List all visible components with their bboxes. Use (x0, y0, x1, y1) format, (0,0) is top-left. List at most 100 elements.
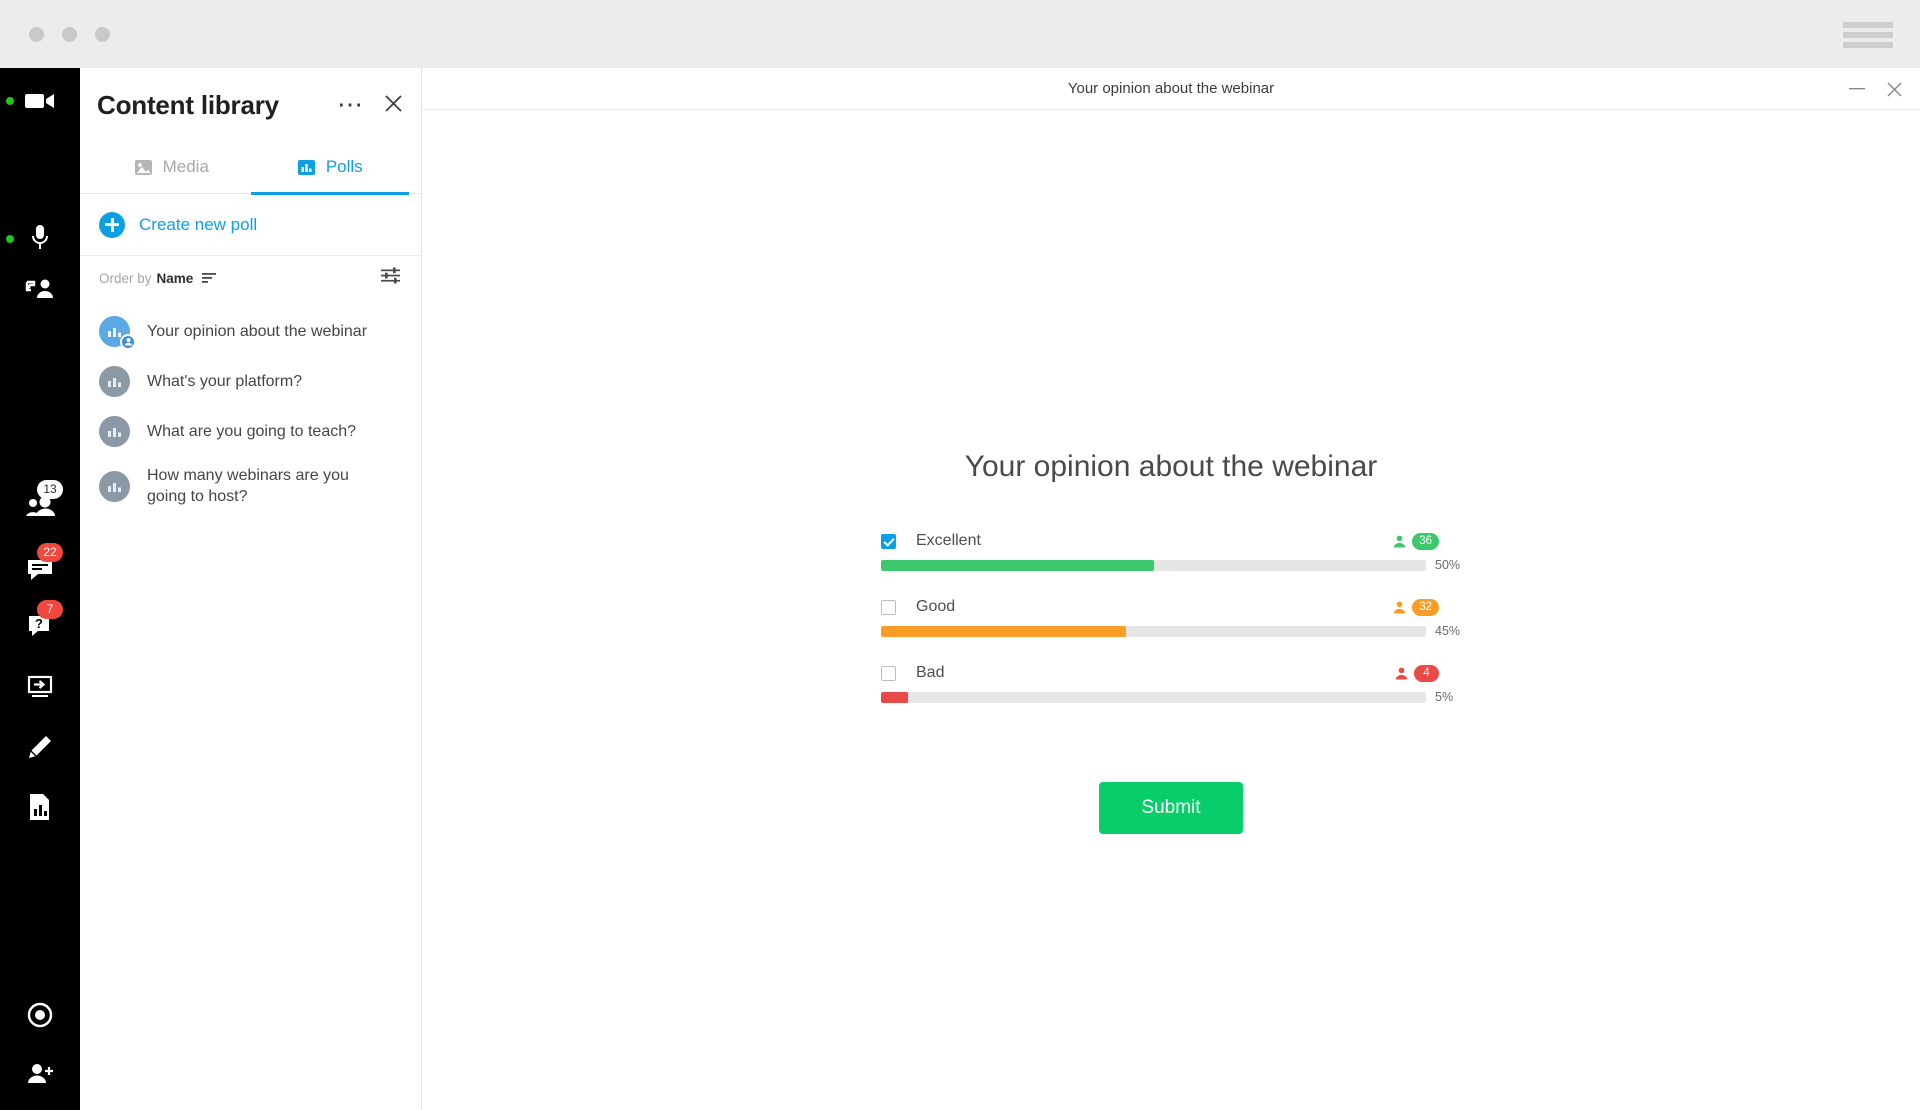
rail-item-camera[interactable] (0, 72, 80, 130)
option-percent: 5% (1435, 690, 1453, 704)
rail-item-settings[interactable] (0, 1094, 80, 1110)
window-maximize-dot[interactable] (95, 27, 110, 42)
order-by-row: Order by Name (80, 256, 421, 300)
option-bar-fill (881, 560, 1154, 571)
person-icon (1395, 667, 1408, 680)
poll-option-excellent: Excellent 36 50% (881, 530, 1461, 572)
image-icon (134, 158, 153, 177)
camera-icon (25, 91, 55, 111)
list-item[interactable]: Your opinion about the webinar (80, 306, 421, 356)
present-icon (26, 675, 54, 699)
microphone-status-dot (6, 235, 14, 243)
content-library-panel: Content library ⋯ Media (80, 68, 422, 1110)
tab-polls[interactable]: Polls (251, 140, 410, 194)
create-new-poll-label: Create new poll (139, 215, 257, 235)
list-item-label: What are you going to teach? (147, 421, 356, 442)
option-percent: 45% (1435, 624, 1460, 638)
list-item[interactable]: How many webinars are you going to host? (80, 456, 421, 516)
invite-icon (25, 1062, 55, 1086)
order-by-label: Order by (99, 271, 152, 286)
option-percent: 50% (1435, 558, 1460, 572)
option-bar-track (881, 560, 1426, 571)
hamburger-icon[interactable] (1843, 20, 1893, 50)
list-item[interactable]: What's your platform? (80, 356, 421, 406)
poll-bars-icon (99, 416, 130, 447)
rail-item-participants[interactable]: 13 (0, 478, 80, 536)
poll-panel-title: Your opinion about the webinar (1068, 80, 1274, 97)
votes-badge: 4 (1414, 665, 1439, 682)
rail-item-whiteboard[interactable] (0, 718, 80, 776)
window-minimize-dot[interactable] (62, 27, 77, 42)
option-bar-fill (881, 626, 1126, 637)
sort-icon[interactable] (202, 272, 217, 284)
tab-media[interactable]: Media (92, 140, 251, 194)
more-options-icon[interactable]: ⋯ (337, 98, 364, 110)
option-checkbox-bad[interactable] (881, 666, 896, 681)
rail-item-statistics[interactable] (0, 778, 80, 836)
rail-item-record[interactable] (0, 986, 80, 1044)
order-by-value[interactable]: Name (157, 271, 194, 286)
poll-panel-header: Your opinion about the webinar (422, 68, 1920, 110)
questions-badge: 7 (37, 600, 63, 619)
poll-bars-icon (99, 316, 130, 347)
minimize-icon[interactable] (1849, 83, 1865, 95)
poll-bars-icon (99, 471, 130, 502)
rail-item-questions[interactable]: ? 7 (0, 598, 80, 656)
poll-option-bad: Bad 4 5% (881, 662, 1461, 704)
poll-question-heading: Your opinion about the webinar (422, 450, 1920, 484)
page-title: Content library (97, 90, 279, 121)
pen-icon (27, 734, 53, 760)
poll-panel-controls (1849, 68, 1902, 110)
screen-share-icon (25, 277, 55, 301)
library-tabs: Media Polls (80, 140, 421, 194)
close-icon[interactable] (384, 94, 403, 113)
option-label: Good (916, 598, 955, 616)
stats-icon (28, 793, 52, 821)
library-header-actions: ⋯ (337, 94, 403, 113)
filter-settings-icon[interactable] (381, 268, 401, 289)
record-icon (26, 1001, 54, 1029)
option-bar-track (881, 626, 1426, 637)
option-votes-bad: 4 (1395, 665, 1439, 682)
person-icon (1393, 535, 1406, 548)
person-icon (1393, 601, 1406, 614)
poll-body: Your opinion about the webinar Excellent… (422, 450, 1920, 834)
poll-bars-icon (297, 158, 316, 177)
list-item[interactable]: What are you going to teach? (80, 406, 421, 456)
option-checkbox-good[interactable] (881, 600, 896, 615)
list-item-label: How many webinars are you going to host? (147, 465, 377, 507)
rail-item-present[interactable] (0, 658, 80, 716)
poll-list: Your opinion about the webinar What's yo… (80, 300, 421, 516)
traffic-lights (29, 27, 110, 42)
votes-badge: 36 (1412, 533, 1439, 550)
rail-item-chat[interactable]: 22 (0, 541, 80, 599)
rail-item-screen-share[interactable] (0, 260, 80, 318)
poll-option-good: Good 32 45% (881, 596, 1461, 638)
tab-polls-label: Polls (326, 157, 363, 177)
option-label: Bad (916, 664, 944, 682)
window-close-dot[interactable] (29, 27, 44, 42)
option-checkbox-excellent[interactable] (881, 534, 896, 549)
option-bar-fill (881, 692, 908, 703)
plus-icon (99, 212, 125, 238)
audience-badge-icon (120, 334, 136, 350)
participants-icon (23, 496, 57, 518)
option-votes-excellent: 36 (1393, 533, 1439, 550)
votes-badge: 32 (1412, 599, 1439, 616)
chat-badge: 22 (37, 543, 63, 562)
submit-button[interactable]: Submit (1099, 782, 1242, 834)
option-bar-track (881, 692, 1426, 703)
list-item-label: Your opinion about the webinar (147, 321, 367, 342)
poll-panel: Your opinion about the webinar Your opin… (422, 68, 1920, 1110)
submit-row: Submit (422, 782, 1920, 834)
close-icon[interactable] (1887, 82, 1902, 97)
tab-media-label: Media (163, 157, 209, 177)
microphone-icon (30, 224, 50, 254)
create-new-poll-button[interactable]: Create new poll (80, 194, 421, 256)
list-item-label: What's your platform? (147, 371, 302, 392)
poll-options: Excellent 36 50% (881, 530, 1461, 704)
library-header: Content library ⋯ (80, 68, 421, 140)
option-label: Excellent (916, 532, 981, 550)
participants-badge: 13 (37, 480, 63, 499)
option-votes-good: 32 (1393, 599, 1439, 616)
